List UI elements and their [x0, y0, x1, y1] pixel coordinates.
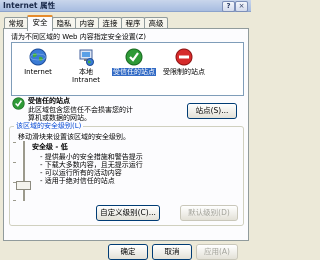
security-slider-track[interactable] [22, 141, 25, 201]
slider-tick [13, 162, 16, 163]
window-title: Internet 属性 [3, 1, 56, 10]
level-bullet: - 适用于绝对信任的站点 [40, 177, 115, 185]
security-level-name: 安全级 - 低 [32, 143, 68, 151]
security-level-legend: 该区域的安全级别(L) [14, 121, 84, 131]
security-slider-thumb[interactable] [16, 181, 31, 190]
zone-restricted[interactable]: 受限制的站点 [162, 46, 206, 92]
slider-hint: 移动滑块来设置该区域的安全级别。 [18, 133, 130, 141]
zone-restricted-label: 受限制的站点 [163, 68, 205, 76]
security-panel: 请为不同区域的 Web 内容指定安全设置(Z) Internet 本地 Intr… [3, 28, 249, 241]
zone-intranet[interactable]: 本地 Intranet [64, 46, 108, 92]
title-bar: Internet 属性 ? × [0, 0, 251, 12]
slider-tick [13, 142, 16, 143]
globe-icon [29, 48, 47, 66]
zone-trusted[interactable]: 受信任的站点 [112, 46, 156, 92]
security-level-group: 该区域的安全级别(L) 移动滑块来设置该区域的安全级别。 安全级 - 低 - 提… [9, 121, 244, 226]
ok-button[interactable]: 确定 [108, 244, 148, 260]
zone-trusted-label: 受信任的站点 [112, 68, 156, 76]
zone-list: Internet 本地 Intranet 受信任的站点 受限制的站点 [11, 42, 244, 96]
close-button[interactable]: × [235, 1, 248, 12]
sites-button[interactable]: 站点(S)... [187, 103, 237, 119]
cancel-button[interactable]: 取消 [152, 244, 192, 260]
network-icon [79, 49, 94, 66]
trusted-check-icon [12, 97, 25, 110]
zone-internet[interactable]: Internet [16, 46, 60, 92]
slider-tick [13, 200, 16, 201]
custom-level-button[interactable]: 自定义级别(C)... [96, 205, 160, 221]
zones-prompt: 请为不同区域的 Web 内容指定安全设置(Z) [11, 33, 146, 41]
zone-internet-label: Internet [24, 68, 52, 76]
default-level-button[interactable]: 默认级别(D) [180, 205, 238, 221]
restricted-icon [175, 48, 193, 66]
apply-button[interactable]: 应用(A) [196, 244, 238, 260]
help-button[interactable]: ? [222, 1, 235, 12]
zone-intranet-label: 本地 Intranet [72, 68, 100, 84]
trusted-check-icon [125, 48, 143, 66]
tab-security[interactable]: 安全 [27, 15, 53, 31]
